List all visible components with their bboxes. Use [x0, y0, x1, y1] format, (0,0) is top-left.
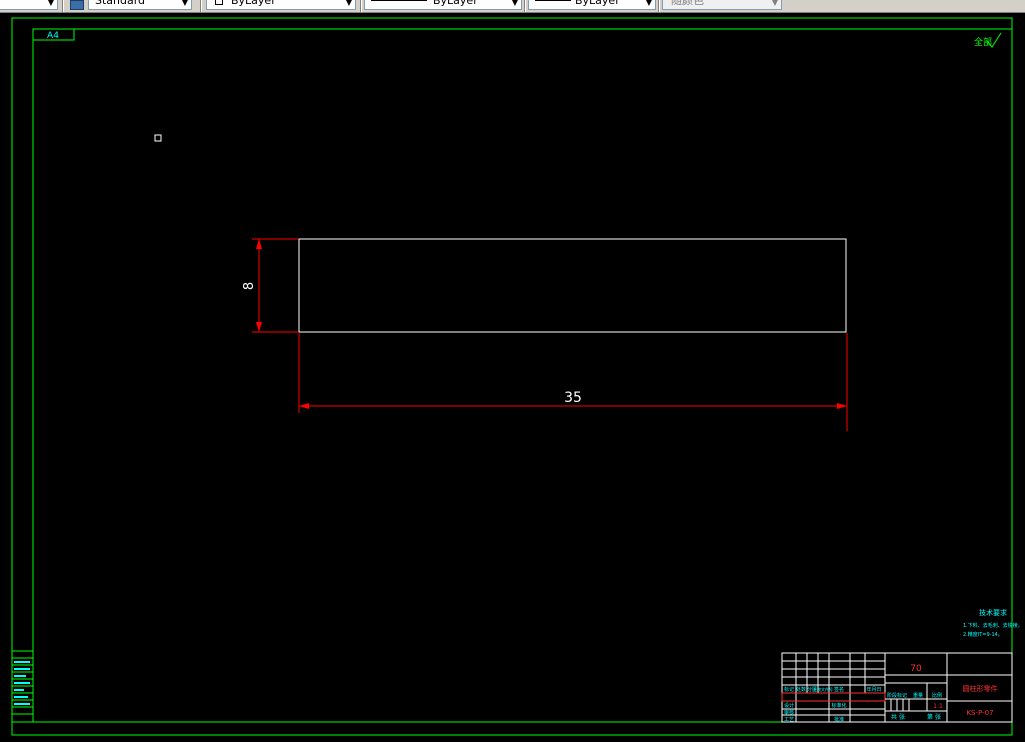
text-style-icon[interactable] [70, 0, 84, 10]
chevron-down-icon: ▼ [345, 0, 352, 7]
toolbar-separator [200, 0, 202, 12]
title-rev-header: 签名 [834, 686, 844, 693]
drawing-svg: A4 全部 8 35 技术要求 1.下料、去毛刺、去锐棱。 2.精度IT=9-1… [11, 17, 1023, 736]
text-style-dropdown[interactable]: Standard ▼ [88, 0, 192, 10]
layer-dropdown[interactable]: ByLayer ▼ [206, 0, 356, 10]
plot-style-dropdown[interactable]: 随颜色 ▼ [662, 0, 782, 10]
cursor-pickbox-icon [154, 134, 162, 142]
title-stage-header: 比例 [932, 692, 942, 699]
dim-height-text: 8 [242, 282, 257, 290]
color-swatch-icon [215, 0, 223, 5]
toolbar-separator [360, 0, 362, 12]
title-stage-header: 阶段标记 [887, 692, 907, 699]
tech-requirements-line2: 2.精度IT=9-14。 [963, 631, 1003, 638]
toolbar-separator [524, 0, 526, 12]
inner-frame [32, 28, 1013, 723]
title-scale: 1:1 [933, 703, 943, 710]
title-drawing-number: KS-P-07 [966, 709, 993, 717]
chevron-down-icon: ▼ [181, 0, 188, 7]
properties-toolbar: ▼ Standard ▼ ByLayer ▼ ByLayer ▼ ByLayer ▼ 随… [0, 0, 1025, 13]
chevron-down-icon: ▼ [511, 0, 518, 7]
chevron-down-icon: ▼ [645, 0, 652, 7]
layer-value: ByLayer [231, 0, 276, 7]
title-role-label: 审核 [784, 709, 794, 716]
lineweight-value: ByLayer [575, 0, 620, 7]
chevron-down-icon: ▼ [771, 0, 778, 7]
title-part-name: 圆柱形零件 [963, 684, 998, 693]
chevron-down-icon: ▼ [47, 0, 54, 7]
title-sheet-index: 第 张 [927, 713, 941, 721]
title-stage-header: 重量 [913, 692, 923, 699]
dim-arrow-icon [256, 322, 262, 332]
title-std-label: 标准化 [831, 702, 846, 709]
binding-margin-table [11, 650, 34, 723]
title-role-label: 工艺 [784, 717, 794, 723]
lineweight-dropdown[interactable]: ByLayer ▼ [528, 0, 656, 10]
outer-frame [11, 17, 1013, 736]
lineweight-sample-icon [535, 0, 571, 1]
toolbar-separator [62, 0, 64, 12]
title-block: 标记 处数 分区 更改文件号 签名 年月日 设计 审核 工艺 标准化 批准 70… [781, 652, 1013, 723]
dim-arrow-icon [256, 239, 262, 249]
title-std-label: 批准 [834, 716, 844, 723]
text-style-value: Standard [95, 0, 146, 7]
linetype-sample-icon [371, 0, 427, 1]
surface-mark-label: 全部 [974, 36, 992, 48]
title-sheet-total: 共 张 [891, 713, 905, 721]
dim-width-text: 35 [564, 390, 582, 406]
plot-style-value: 随颜色 [671, 0, 704, 7]
toolbar-separator [658, 0, 660, 12]
dim-arrow-icon [299, 403, 309, 409]
title-rev-header: 年月日 [866, 686, 881, 693]
drawing-canvas[interactable]: A4 全部 8 35 技术要求 1.下料、去毛刺、去锐棱。 2.精度IT=9-1… [0, 13, 1025, 738]
dim-arrow-icon [837, 403, 847, 409]
title-role-label: 设计 [784, 702, 794, 709]
title-rev-header: 更改文件号 [813, 686, 833, 692]
linetype-dropdown[interactable]: ByLayer ▼ [364, 0, 522, 10]
part-outline[interactable] [298, 238, 847, 333]
title-rev-header: 处数 [796, 686, 806, 693]
linetype-value: ByLayer [433, 0, 478, 7]
toolbar-dropdown-left[interactable]: ▼ [0, 0, 58, 10]
title-rev-header: 标记 [784, 686, 794, 693]
tech-requirements-title: 技术要求 [979, 608, 1007, 617]
title-material: 70 [910, 664, 922, 674]
tech-requirements-line1: 1.下料、去毛刺、去锐棱。 [963, 622, 1023, 629]
sheet-size-label: A4 [47, 31, 59, 41]
